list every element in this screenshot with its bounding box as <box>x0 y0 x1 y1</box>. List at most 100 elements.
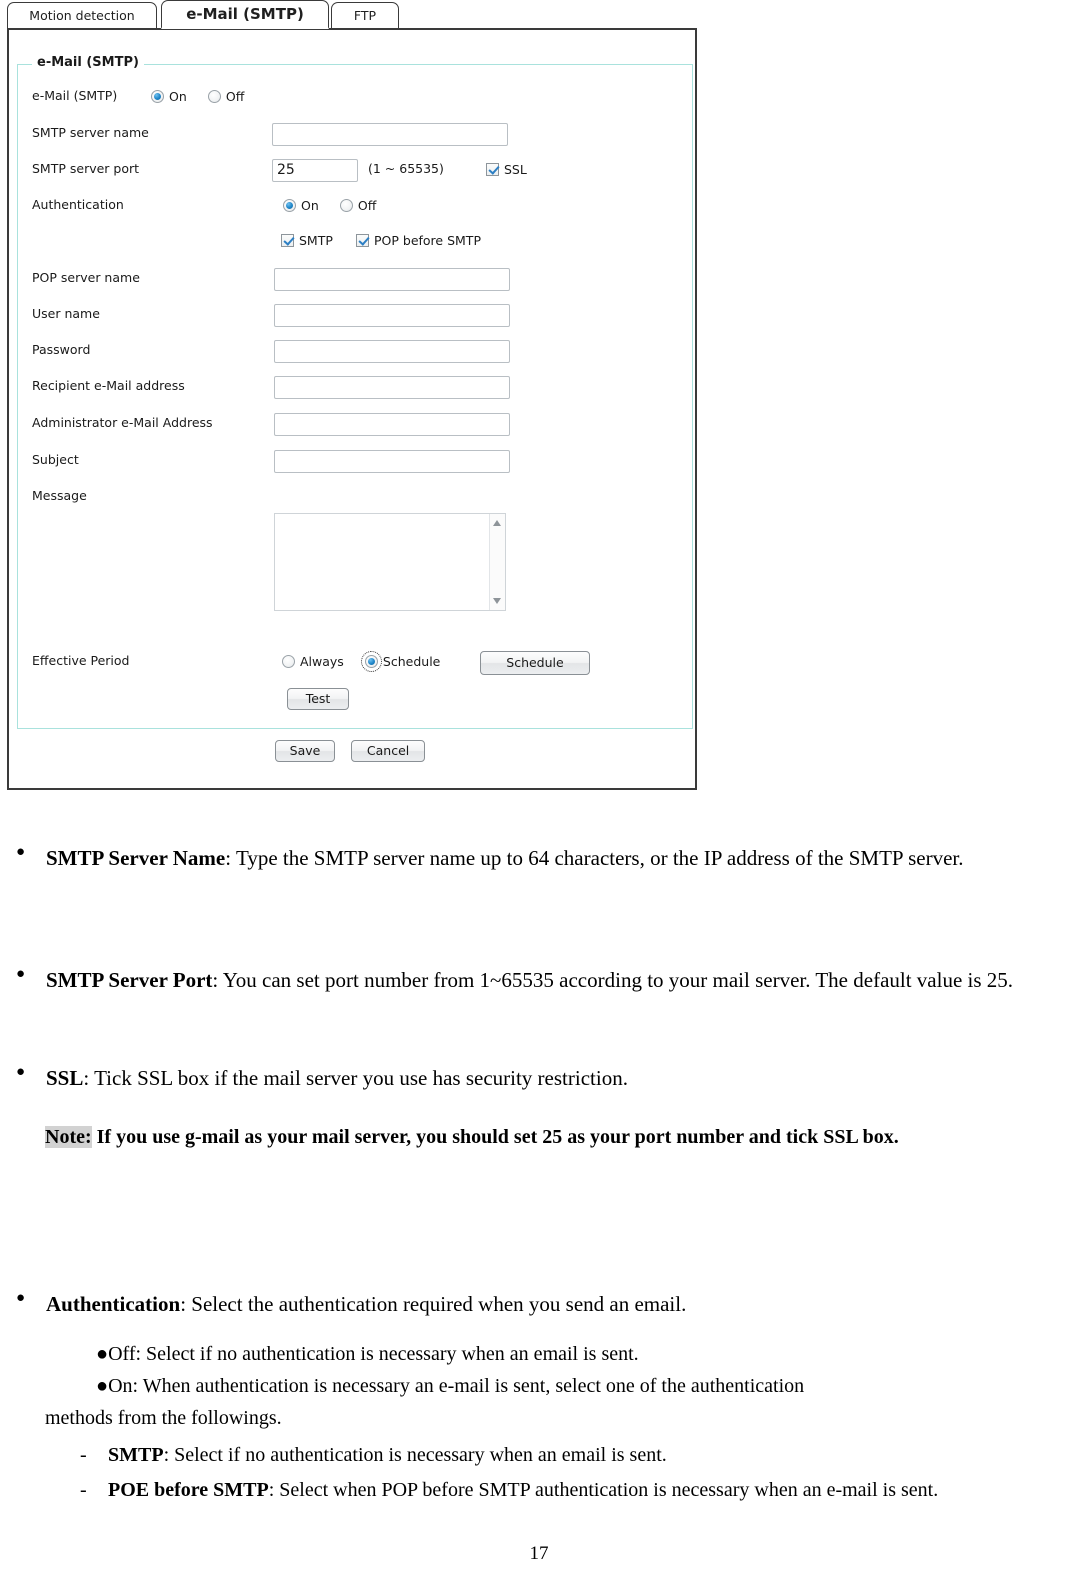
row-subject: Subject <box>18 447 692 473</box>
row-authentication-methods: SMTP POP before SMTP <box>18 227 692 253</box>
message-textarea[interactable] <box>275 514 489 610</box>
label-pop-server-name: POP server name <box>32 270 140 285</box>
bullet-term: SMTP Server Name <box>46 846 226 870</box>
label-message: Message <box>32 488 87 503</box>
radio-email-smtp-on[interactable]: On <box>151 84 187 110</box>
checkbox-ssl[interactable]: SSL <box>486 157 527 183</box>
message-scrollbar[interactable] <box>489 514 505 610</box>
save-button[interactable]: Save <box>275 740 335 762</box>
radio-on-icon <box>283 199 296 212</box>
label-recipient-email: Recipient e-Mail address <box>32 378 185 393</box>
checkbox-ssl-label: SSL <box>504 161 527 177</box>
radio-authentication-on-label: On <box>301 197 319 213</box>
radio-period-always[interactable]: Always <box>282 649 344 675</box>
radio-off-icon <box>207 90 221 103</box>
row-effective-period: Effective Period Always Schedule Schedul… <box>18 648 692 675</box>
radio-on-icon <box>151 90 164 103</box>
tab-email-smtp-label: e-Mail (SMTP) <box>186 5 304 23</box>
cancel-button[interactable]: Cancel <box>351 740 426 762</box>
bullet-text: : Select the authentication required whe… <box>180 1292 687 1316</box>
auth-sub-line-methods: methods from the followings. <box>45 1407 282 1429</box>
auth-sub-line-off: ●Off: Select if no authentication is nec… <box>96 1343 639 1365</box>
radio-email-smtp-off[interactable]: Off <box>207 84 245 110</box>
dash-text: : Select when POP before SMTP authentica… <box>268 1479 939 1501</box>
checkbox-pop-before-smtp-label: POP before SMTP <box>374 232 481 248</box>
auth-dash-item-poe-before-smtp: - POE before SMTP: Select when POP befor… <box>80 1477 1050 1504</box>
note-text: If you use g-mail as your mail server, y… <box>91 1126 899 1148</box>
tab-motion-detection[interactable]: Motion detection <box>7 2 157 28</box>
radio-authentication-on[interactable]: On <box>283 193 319 219</box>
row-administrator-email: Administrator e-Mail Address <box>18 410 692 436</box>
label-authentication: Authentication <box>32 197 124 212</box>
fieldset-legend: e-Mail (SMTP) <box>32 55 144 70</box>
email-smtp-fieldset: e-Mail (SMTP) e-Mail (SMTP) On Off SMTP … <box>17 55 693 729</box>
row-email-smtp-toggle: e-Mail (SMTP) On Off <box>18 83 692 109</box>
radio-authentication-off[interactable]: Off <box>339 193 376 219</box>
radio-email-smtp-on-label: On <box>169 88 187 104</box>
radio-email-smtp-off-label: Off <box>225 88 245 104</box>
dash-glyph-icon: - <box>80 1444 87 1466</box>
row-smtp-server-name: SMTP server name <box>18 120 692 146</box>
label-subject: Subject <box>32 452 79 467</box>
bullet-term: Authentication <box>46 1292 181 1316</box>
bullet-glyph-icon: ● <box>16 1064 26 1080</box>
pop-server-name-input[interactable] <box>274 268 510 291</box>
label-email-smtp: e-Mail (SMTP) <box>32 88 118 103</box>
tab-email-smtp[interactable]: e-Mail (SMTP) <box>161 0 329 29</box>
footer-button-bar: Save Cancel <box>275 740 426 762</box>
subject-input[interactable] <box>274 450 510 473</box>
radio-off-icon <box>282 655 295 668</box>
dash-term: SMTP <box>108 1444 164 1466</box>
bullet-glyph-icon: ● <box>16 966 26 982</box>
tab-ftp[interactable]: FTP <box>331 2 399 28</box>
row-message: Message <box>18 483 692 509</box>
checkbox-checked-icon <box>281 234 294 247</box>
row-pop-server-name: POP server name <box>18 265 692 291</box>
label-password: Password <box>32 342 91 357</box>
smtp-port-range-hint: (1 ~ 65535) <box>368 161 444 176</box>
radio-period-schedule-label: Schedule <box>382 653 441 669</box>
checkbox-checked-icon <box>486 163 499 176</box>
administrator-email-input[interactable] <box>274 413 510 436</box>
checkbox-checked-icon <box>356 234 369 247</box>
label-smtp-server-name: SMTP server name <box>32 125 149 140</box>
bullet-term: SSL <box>46 1066 84 1090</box>
row-test-button: Test <box>18 685 692 711</box>
smtp-server-name-input[interactable] <box>272 123 508 146</box>
checkbox-smtp[interactable]: SMTP <box>281 228 333 254</box>
radio-period-always-label: Always <box>300 653 344 669</box>
test-button[interactable]: Test <box>287 688 349 710</box>
user-name-input[interactable] <box>274 304 510 327</box>
message-textarea-box[interactable] <box>274 513 506 611</box>
checkbox-smtp-label: SMTP <box>299 232 333 248</box>
radio-on-icon <box>360 651 382 672</box>
dash-term: POE before SMTP <box>108 1479 269 1501</box>
bullet-ssl: ● SSL: Tick SSL box if the mail server y… <box>8 1058 1068 1099</box>
bullet-smtp-server-name: ● SMTP Server Name: Type the SMTP server… <box>8 838 1068 879</box>
radio-period-schedule[interactable]: Schedule <box>360 649 441 675</box>
dash-glyph-icon: - <box>80 1479 87 1501</box>
scroll-down-arrow-icon[interactable] <box>493 598 501 604</box>
bullet-smtp-server-port: ● SMTP Server Port: You can set port num… <box>8 960 1068 1001</box>
label-effective-period: Effective Period <box>32 653 130 668</box>
radio-off-icon <box>339 199 353 212</box>
tab-ftp-label: FTP <box>353 8 377 23</box>
scroll-up-arrow-icon[interactable] <box>493 520 501 526</box>
auth-sub-line-on: ●On: When authentication is necessary an… <box>96 1375 805 1397</box>
tab-motion-detection-label: Motion detection <box>29 8 135 23</box>
note-line: Note: If you use g-mail as your mail ser… <box>45 1122 1065 1152</box>
bullet-text: : Tick SSL box if the mail server you us… <box>83 1066 628 1090</box>
bullet-text: : Type the SMTP server name up to 64 cha… <box>225 846 964 870</box>
checkbox-pop-before-smtp[interactable]: POP before SMTP <box>356 228 481 254</box>
bullet-glyph-icon: ● <box>16 844 26 860</box>
row-password: Password <box>18 337 692 363</box>
recipient-email-input[interactable] <box>274 376 510 399</box>
bullet-text: : You can set port number from 1~65535 a… <box>212 968 1014 992</box>
password-input[interactable] <box>274 340 510 363</box>
schedule-button[interactable]: Schedule <box>480 651 590 675</box>
bullet-glyph-icon: ● <box>16 1290 26 1306</box>
smtp-server-port-input[interactable] <box>272 158 358 182</box>
settings-panel: e-Mail (SMTP) e-Mail (SMTP) On Off SMTP … <box>7 28 697 790</box>
bullet-term: SMTP Server Port <box>46 968 213 992</box>
page-number: 17 <box>529 1543 549 1564</box>
